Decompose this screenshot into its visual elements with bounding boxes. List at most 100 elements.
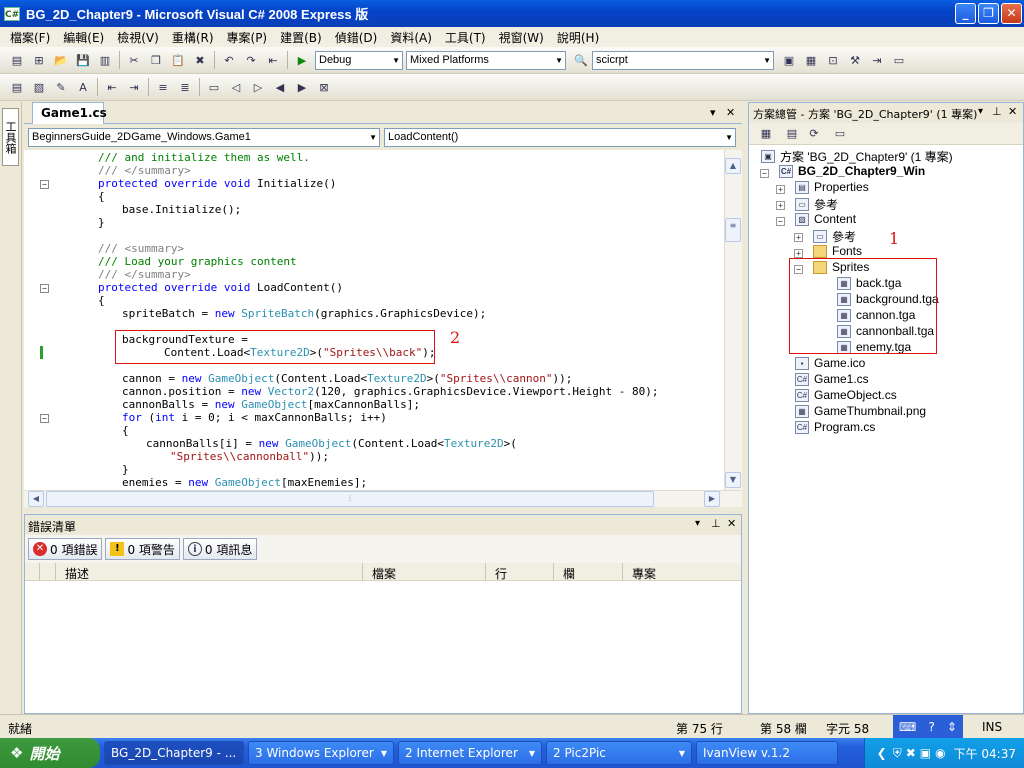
task-pic2pic[interactable]: 2 Pic2Pic ▼ <box>546 741 692 765</box>
expand-icon[interactable]: + <box>794 233 803 242</box>
prev-bookmark-folder-icon[interactable]: ◀ <box>271 78 289 96</box>
cut-icon[interactable]: ✂ <box>125 51 143 69</box>
show-all-files-icon[interactable]: ▤ <box>783 125 801 143</box>
close-document-icon[interactable]: ✕ <box>726 106 735 119</box>
parameter-info-icon[interactable]: ▧ <box>30 78 48 96</box>
menu-debug[interactable]: 偵錯(D) <box>335 29 378 46</box>
task-ivanview[interactable]: IvanView v.1.2 <box>696 741 838 765</box>
restore-icon[interactable]: ⇕ <box>947 720 957 734</box>
redo-icon[interactable]: ↷ <box>242 51 260 69</box>
tree-file[interactable]: C# Program.cs <box>795 420 875 434</box>
help-icon[interactable]: ? <box>928 720 934 734</box>
view-code-icon[interactable]: ▭ <box>831 125 849 143</box>
comment-icon[interactable]: ≡ <box>154 78 172 96</box>
outdent-icon[interactable]: ⇤ <box>103 78 121 96</box>
tree-file[interactable]: ▦ GameThumbnail.png <box>795 404 926 418</box>
collapse-icon[interactable]: − <box>40 414 49 423</box>
tree-solution[interactable]: ▣ 方案 'BG_2D_Chapter9' (1 專案) <box>761 148 953 165</box>
find-combo[interactable]: scicrpt ▼ <box>592 50 774 70</box>
properties-icon[interactable]: ▦ <box>802 51 820 69</box>
warnings-toggle-button[interactable]: ! 0 項警告 <box>105 538 180 560</box>
menu-window[interactable]: 視窗(W) <box>499 29 544 46</box>
uncomment-icon[interactable]: ≣ <box>176 78 194 96</box>
code-editor[interactable]: − − − /// and initialize them as well. /… <box>24 150 724 490</box>
toolbox-tab[interactable]: 工具箱 <box>2 108 19 166</box>
undo-icon[interactable]: ↶ <box>220 51 238 69</box>
close-button[interactable]: ✕ <box>1001 3 1022 24</box>
vertical-scrollbar[interactable]: ▲ ≡ ▼ <box>724 150 742 490</box>
messages-toggle-button[interactable]: i0 項訊息 <box>182 538 258 560</box>
clear-bookmarks-icon[interactable]: ⊠ <box>315 78 333 96</box>
pin-icon[interactable]: ⊥ <box>711 517 721 530</box>
tree-file[interactable]: C# Game1.cs <box>795 372 869 386</box>
platform-combo[interactable]: Mixed Platforms ▼ <box>406 50 566 70</box>
menu-data[interactable]: 資料(A) <box>390 29 432 46</box>
errors-toggle-button[interactable]: ✕ 0 項錯誤 <box>28 538 103 560</box>
collapse-icon[interactable]: − <box>776 217 785 226</box>
start-button[interactable]: ❖ 開始 <box>0 738 100 768</box>
copy-icon[interactable]: ❐ <box>147 51 165 69</box>
options-icon[interactable]: ▭ <box>890 51 908 69</box>
word-complete-icon[interactable]: A <box>74 78 92 96</box>
column-description[interactable]: 描述 <box>65 565 89 582</box>
minimize-button[interactable]: _ <box>955 3 976 24</box>
tray-arrow-icon[interactable]: ❮ <box>877 746 887 760</box>
next-bookmark-folder-icon[interactable]: ▶ <box>293 78 311 96</box>
menu-help[interactable]: 說明(H) <box>557 29 599 46</box>
refresh-icon[interactable]: ⟳ <box>805 125 823 143</box>
menu-file[interactable]: 檔案(F) <box>10 29 50 46</box>
open-file-icon[interactable]: 📂 <box>52 51 70 69</box>
language-bar[interactable]: ⌨ ? ⇕ <box>893 715 963 739</box>
paste-icon[interactable]: 📋 <box>169 51 187 69</box>
menu-tools[interactable]: 工具(T) <box>445 29 486 46</box>
collapse-icon[interactable]: − <box>40 180 49 189</box>
menu-project[interactable]: 專案(P) <box>227 29 268 46</box>
save-all-icon[interactable]: ▥ <box>96 51 114 69</box>
volume-icon[interactable]: ◉ <box>935 746 945 760</box>
config-combo[interactable]: Debug ▼ <box>315 50 403 70</box>
quick-info-icon[interactable]: ✎ <box>52 78 70 96</box>
navigate-icon[interactable]: ⇤ <box>264 51 282 69</box>
tree-content-references[interactable]: ▭ 參考 <box>813 228 856 245</box>
window-position-icon[interactable]: ▾ <box>695 518 700 529</box>
scroll-left-icon[interactable]: ◀ <box>28 491 44 507</box>
menu-edit[interactable]: 編輯(E) <box>63 29 104 46</box>
tree-fonts[interactable]: Fonts <box>813 244 862 258</box>
bookmark-icon[interactable]: ▭ <box>205 78 223 96</box>
member-combo[interactable]: LoadContent() ▼ <box>384 127 736 147</box>
window-position-icon[interactable]: ▾ <box>978 106 984 117</box>
task-explorer[interactable]: 3 Windows Explorer ▼ <box>248 741 394 765</box>
task-ie[interactable]: 2 Internet Explorer ▼ <box>398 741 542 765</box>
delete-icon[interactable]: ✖ <box>191 51 209 69</box>
close-pane-icon[interactable]: ✕ <box>727 517 736 530</box>
close-pane-icon[interactable]: ✕ <box>1008 105 1018 118</box>
security-icon[interactable]: ✖ <box>906 746 916 760</box>
tree-project[interactable]: C# BG_2D_Chapter9_Win <box>779 164 925 178</box>
column-project[interactable]: 專案 <box>632 565 656 582</box>
type-combo[interactable]: BeginnersGuide_2DGame_Windows.Game1 ▼ <box>28 127 380 147</box>
scroll-down-icon[interactable]: ▼ <box>725 472 741 488</box>
new-project-icon[interactable]: ▤ <box>8 51 26 69</box>
collapse-icon[interactable]: − <box>40 284 49 293</box>
expand-icon[interactable]: + <box>794 249 803 258</box>
task-vs[interactable]: BG_2D_Chapter9 - ... <box>104 741 244 765</box>
restore-button[interactable]: ❐ <box>978 3 999 24</box>
scroll-up-icon[interactable]: ▲ <box>725 158 741 174</box>
column-file[interactable]: 檔案 <box>372 565 396 582</box>
expand-icon[interactable]: + <box>776 185 785 194</box>
scroll-thumb[interactable]: ≡ <box>725 218 741 242</box>
save-icon[interactable]: 💾 <box>74 51 92 69</box>
tree-references[interactable]: ▭ 參考 <box>795 196 838 213</box>
expand-icon[interactable]: + <box>776 201 785 210</box>
column-line[interactable]: 行 <box>495 565 507 582</box>
find-in-files-icon[interactable]: 🔍 <box>572 51 590 69</box>
properties-icon[interactable]: ▦ <box>757 125 775 143</box>
tree-properties[interactable]: ▤ Properties <box>795 180 869 194</box>
solution-explorer-icon[interactable]: ▣ <box>780 51 798 69</box>
horizontal-scrollbar[interactable]: ◀ ⦙ ▶ <box>24 490 742 507</box>
antivirus-icon[interactable]: ⛨ <box>893 746 902 761</box>
object-browser-icon[interactable]: ⊡ <box>824 51 842 69</box>
tree-file[interactable]: C# GameObject.cs <box>795 388 897 402</box>
hscroll-thumb[interactable]: ⦙ <box>46 491 654 507</box>
keyboard-icon[interactable]: ⌨ <box>899 720 916 734</box>
